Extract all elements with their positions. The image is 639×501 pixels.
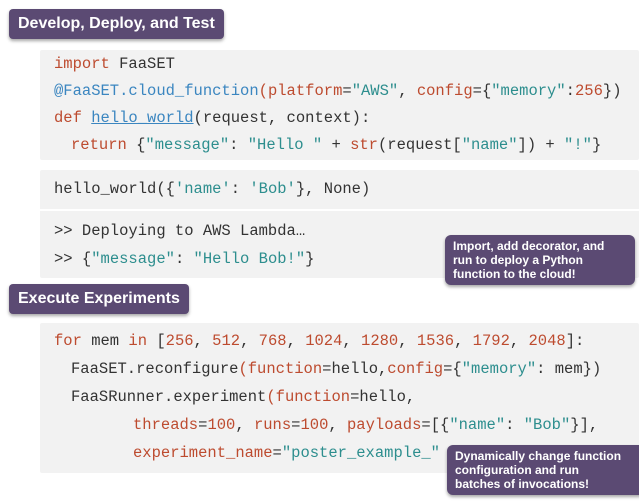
runner-line: FaaSRunner.experiment(function=hello,	[71, 388, 416, 406]
import-keyword: import	[54, 55, 110, 73]
for-line: for mem in [256, 512, 768, 1024, 1280, 1…	[54, 332, 585, 350]
memory-value: 1536	[416, 332, 455, 350]
output-key-message: "message"	[91, 250, 175, 268]
param-runs: runs	[253, 416, 292, 434]
decorator-line: @FaaSET.cloud_function(platform="AWS", c…	[54, 82, 622, 100]
key-message: "message"	[145, 136, 230, 154]
function-name: hello_world	[91, 109, 194, 127]
return-line: return {"message": "Hello " + str(reques…	[71, 136, 602, 154]
in-keyword: in	[128, 332, 148, 350]
import-module: FaaSET	[109, 55, 175, 73]
code-separator	[40, 209, 639, 211]
memory-value: 2048	[528, 332, 566, 350]
param-experiment-name: experiment_name	[133, 444, 273, 462]
param-threads: threads	[133, 416, 199, 434]
key-memory: "memory"	[461, 360, 537, 378]
import-line: import FaaSET	[54, 55, 175, 73]
key-memory: "memory"	[491, 82, 566, 100]
memory-value: 768	[258, 332, 287, 350]
return-keyword: return	[71, 136, 127, 154]
dynamic-callout: Dynamically change function configuratio…	[447, 445, 639, 495]
param-config: config	[387, 360, 444, 378]
memory-value: 1024	[305, 332, 343, 350]
memory-value: 1792	[472, 332, 510, 350]
for-keyword: for	[54, 332, 82, 350]
deploy-callout: Import, add decorator, and run to deploy…	[445, 235, 635, 285]
execute-section-header: Execute Experiments	[9, 284, 189, 314]
output-result: >> {"message": "Hello Bob!"}	[54, 250, 315, 268]
function-code-block: import FaaSET @FaaSET.cloud_function(pla…	[40, 50, 639, 160]
reconfigure-line: FaaSET.reconfigure(function=hello,config…	[71, 360, 602, 378]
develop-section-header: Develop, Deploy, and Test	[9, 9, 224, 39]
value-256: 256	[574, 82, 603, 100]
call-line: hello_world({'name': 'Bob'}, None)	[54, 180, 371, 198]
param-config: config	[416, 82, 473, 100]
def-args: (request, context):	[193, 109, 371, 127]
output-value: "Hello Bob!"	[193, 250, 306, 268]
threads-line: threads=100, runs=100, payloads=[{"name"…	[133, 416, 599, 434]
memory-value: 1280	[361, 332, 399, 350]
str-builtin: str	[350, 136, 378, 154]
threads-value: 100	[207, 416, 236, 434]
param-platform: platform	[267, 82, 343, 100]
output-deploying: >> Deploying to AWS Lambda…	[54, 222, 306, 240]
value-aws: "AWS"	[351, 82, 399, 100]
string-bang: "!"	[564, 136, 592, 154]
memory-value: 256	[165, 332, 194, 350]
key-name: "name"	[461, 136, 518, 154]
string-hello: "Hello "	[247, 136, 323, 154]
decorator-name: @FaaSET.cloud_function	[54, 82, 259, 100]
experiment-name-line: experiment_name="poster_example_" +	[133, 444, 459, 462]
memory-value: 512	[212, 332, 241, 350]
param-function: function	[247, 360, 323, 378]
def-line: def hello_world(request, context):	[54, 109, 370, 127]
value-bob: 'Bob'	[249, 180, 296, 198]
key-name: "name"	[449, 416, 506, 434]
experiment-name-value: "poster_example_"	[281, 444, 440, 462]
param-function: function	[275, 388, 351, 406]
key-name: 'name'	[174, 180, 231, 198]
param-payloads: payloads	[347, 416, 422, 434]
runs-value: 100	[300, 416, 329, 434]
def-keyword: def	[54, 109, 82, 127]
value-bob: "Bob"	[523, 416, 571, 434]
